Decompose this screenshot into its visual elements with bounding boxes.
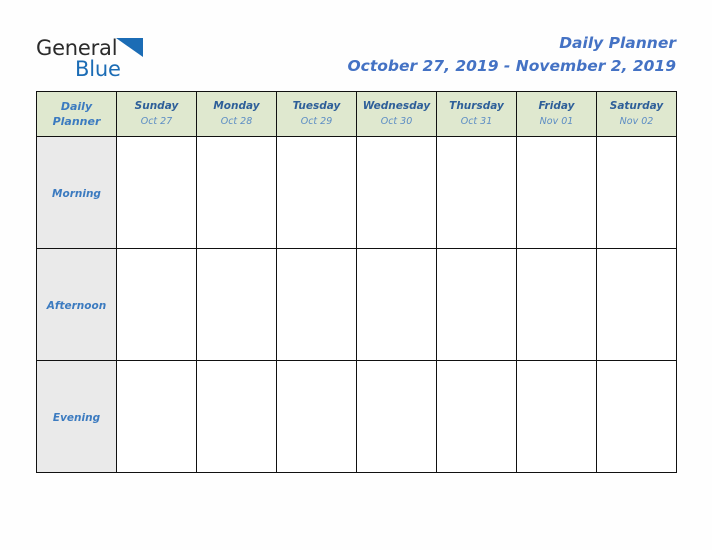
day-header-wednesday: Wednesday Oct 30 [356,91,437,137]
day-date: Nov 02 [619,116,654,127]
day-header-saturday: Saturday Nov 02 [596,91,677,137]
page-header: General Blue Daily Planner October 27, 2… [0,0,712,88]
day-name: Saturday [609,100,664,112]
page-title: Daily Planner [559,34,676,52]
slot-evening-sunday[interactable] [116,360,197,473]
general-blue-logo[interactable]: General Blue [36,36,226,82]
day-name: Monday [213,100,260,112]
day-name: Friday [538,100,575,112]
slot-afternoon-sunday[interactable] [116,248,197,361]
day-name: Tuesday [292,100,341,112]
table-row: Evening [36,360,677,473]
slot-evening-tuesday[interactable] [276,360,357,473]
day-date: Nov 01 [539,116,574,127]
slot-morning-wednesday[interactable] [356,136,437,249]
table-row: Afternoon [36,248,677,361]
day-name: Thursday [449,100,504,112]
day-header-friday: Friday Nov 01 [516,91,597,137]
day-date: Oct 27 [140,116,173,127]
day-header-monday: Monday Oct 28 [196,91,277,137]
day-date: Oct 31 [460,116,493,127]
slot-morning-friday[interactable] [516,136,597,249]
slot-morning-saturday[interactable] [596,136,677,249]
slot-morning-sunday[interactable] [116,136,197,249]
slot-evening-friday[interactable] [516,360,597,473]
planner-header-row: Daily Planner Sunday Oct 27 Monday Oct 2… [36,91,677,137]
corner-label-line2: Planner [52,115,101,128]
title-block: Daily Planner October 27, 2019 - Novembe… [347,32,676,78]
logo-text-blue: Blue [75,57,121,81]
date-range-label: October 27, 2019 - November 2, 2019 [347,57,676,75]
row-label-text: Afternoon [46,299,107,312]
day-name: Wednesday [362,100,431,112]
day-date: Oct 29 [300,116,333,127]
day-header-tuesday: Tuesday Oct 29 [276,91,357,137]
day-name: Sunday [134,100,179,112]
slot-evening-monday[interactable] [196,360,277,473]
slot-evening-saturday[interactable] [596,360,677,473]
slot-afternoon-wednesday[interactable] [356,248,437,361]
planner-table: Daily Planner Sunday Oct 27 Monday Oct 2… [36,91,677,473]
daily-planner-page: General Blue Daily Planner October 27, 2… [0,0,712,550]
slot-morning-thursday[interactable] [436,136,517,249]
row-label-evening: Evening [36,360,117,473]
table-row: Morning [36,136,677,249]
slot-morning-monday[interactable] [196,136,277,249]
row-label-text: Evening [52,411,101,424]
row-label-afternoon: Afternoon [36,248,117,361]
slot-evening-wednesday[interactable] [356,360,437,473]
corner-label-line1: Daily [60,100,93,113]
day-date: Oct 28 [220,116,253,127]
slot-evening-thursday[interactable] [436,360,517,473]
day-date: Oct 30 [380,116,413,127]
slot-afternoon-thursday[interactable] [436,248,517,361]
row-label-morning: Morning [36,136,117,249]
slot-afternoon-friday[interactable] [516,248,597,361]
slot-afternoon-tuesday[interactable] [276,248,357,361]
planner-corner-cell: Daily Planner [36,91,117,137]
row-label-text: Morning [52,187,101,200]
slot-afternoon-monday[interactable] [196,248,277,361]
slot-morning-tuesday[interactable] [276,136,357,249]
day-header-sunday: Sunday Oct 27 [116,91,197,137]
day-header-thursday: Thursday Oct 31 [436,91,517,137]
slot-afternoon-saturday[interactable] [596,248,677,361]
logo-bottom-row: Blue [75,57,121,81]
